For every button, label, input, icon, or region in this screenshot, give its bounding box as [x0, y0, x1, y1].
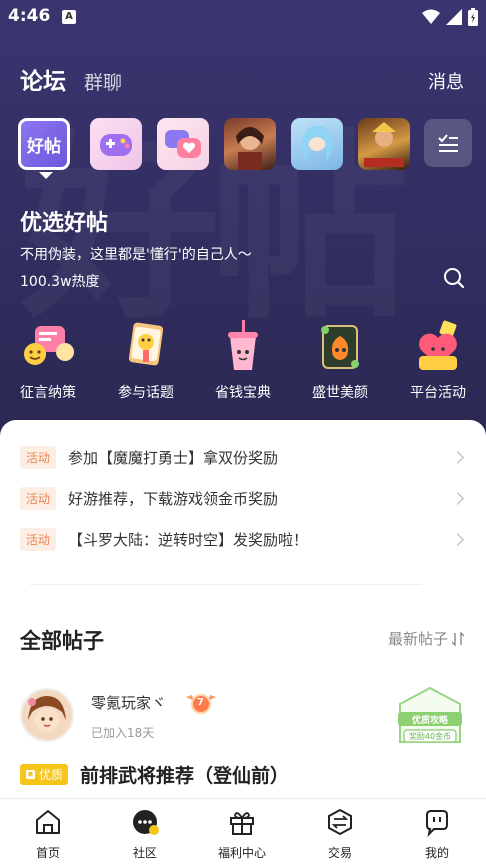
- nav-label: 我的: [424, 846, 449, 860]
- home-icon: [36, 810, 60, 834]
- activity-row[interactable]: 活动 好游推荐，下载游戏领金币奖励: [20, 483, 466, 513]
- chat-bubbles-icon: [21, 320, 75, 374]
- activity-text: 【斗罗大陆：逆转时空】发奖励啦！: [68, 530, 309, 549]
- username[interactable]: 零氪玩家ヾ: [91, 692, 166, 713]
- divider: [30, 584, 422, 585]
- nav-profile[interactable]: 我的: [402, 807, 472, 861]
- level-badge: 7: [186, 693, 216, 719]
- category-label: 盛世美颜: [312, 385, 368, 401]
- signal-icon: [446, 9, 462, 25]
- quality-badge: 优质: [20, 764, 69, 785]
- tab-forum[interactable]: 论坛: [20, 62, 66, 96]
- bottom-navigation: 首页 社区 福利中心 交易 我的: [0, 798, 486, 864]
- category-label: 征言纳策: [20, 385, 76, 401]
- sort-button[interactable]: 最新帖子: [388, 628, 464, 649]
- level-number: 7: [197, 697, 204, 708]
- exchange-icon: [328, 808, 352, 836]
- post-title[interactable]: 前排武将推荐（登仙前）: [80, 761, 289, 788]
- hero-section: 好帖 4:46 A 论坛 群聊 消息 好帖: [0, 0, 486, 440]
- avatar[interactable]: [20, 688, 74, 742]
- activity-row[interactable]: 活动 【斗罗大陆：逆转时空】发奖励啦！: [20, 524, 466, 554]
- drink-cup-icon: [216, 320, 270, 374]
- category-topics[interactable]: 参与话题: [106, 320, 186, 402]
- top-tabs: 论坛 群聊: [20, 62, 122, 96]
- status-time: 4:46: [8, 6, 51, 26]
- gamepad-icon[interactable]: [90, 118, 142, 170]
- chevron-right-icon: [451, 491, 464, 505]
- category-platform-events[interactable]: 平台活动: [398, 320, 478, 402]
- game-hero-3-icon[interactable]: [358, 118, 410, 170]
- activity-text: 参加【魔魔打勇士】拿双份奖励: [68, 448, 279, 467]
- nav-label: 首页: [35, 846, 60, 860]
- messages-button[interactable]: 消息: [428, 68, 464, 94]
- category-suggestions[interactable]: 征言纳策: [8, 320, 88, 402]
- system-icons: [422, 8, 478, 26]
- heat-count: 100.3w热度: [20, 274, 100, 290]
- game-hero-2-icon[interactable]: [291, 118, 343, 170]
- category-label: 平台活动: [410, 385, 466, 401]
- beauty-frame-icon: [313, 320, 367, 374]
- stamp-title: 优质攻略: [411, 716, 448, 726]
- chevron-right-icon: [451, 450, 464, 464]
- quality-label: 优质: [39, 768, 64, 782]
- community-icon: [133, 810, 159, 835]
- gift-heart-icon: [411, 320, 465, 374]
- category-label: 省钱宝典: [215, 385, 271, 401]
- hero-subtitle: 不用伪装，这里都是'懂行'的自己人～: [20, 247, 252, 263]
- activity-text: 好游推荐，下载游戏领金币奖励: [68, 489, 279, 508]
- game-hero-1-icon[interactable]: [224, 118, 276, 170]
- good-posts-icon[interactable]: 好帖: [18, 118, 70, 170]
- chevron-right-icon: [451, 532, 464, 546]
- battery-icon: [468, 8, 478, 26]
- category-row: 征言纳策 参与话题 省钱宝典 盛世美颜 平台活动: [0, 320, 486, 410]
- activity-badge: 活动: [20, 527, 57, 551]
- nav-community[interactable]: 社区: [110, 807, 180, 861]
- category-save-money[interactable]: 省钱宝典: [203, 320, 283, 402]
- quality-guide-stamp: 优质攻略 奖励40金币: [394, 686, 466, 748]
- nav-label: 福利中心: [217, 846, 266, 860]
- a-icon: A: [62, 10, 76, 24]
- topic-card-icon: [119, 320, 173, 374]
- activity-row[interactable]: 活动 参加【魔魔打勇士】拿双份奖励: [20, 442, 466, 472]
- joined-date: 已加入18天: [91, 726, 155, 740]
- forum-selector: 好帖: [18, 116, 474, 179]
- wifi-icon: [422, 9, 440, 24]
- sort-icon: [452, 631, 464, 646]
- post-item[interactable]: 零氪玩家ヾ 7 已加入18天 优质攻略 奖励40金币 优质 前排武将推荐（登仙前…: [20, 686, 466, 798]
- chat-heart-icon[interactable]: [157, 118, 209, 170]
- search-icon[interactable]: [442, 266, 466, 290]
- tab-group-chat[interactable]: 群聊: [84, 68, 122, 95]
- status-bar: 4:46 A: [0, 0, 486, 34]
- category-beauty[interactable]: 盛世美颜: [300, 320, 380, 402]
- category-label: 参与话题: [118, 385, 174, 401]
- good-posts-label: 好帖: [27, 136, 61, 157]
- gift-box-icon: [230, 812, 254, 835]
- activity-badge: 活动: [20, 445, 57, 469]
- nav-label: 社区: [132, 846, 157, 860]
- activity-badge: 活动: [20, 486, 57, 510]
- active-pointer: [39, 172, 53, 179]
- content-card: 活动 参加【魔魔打勇士】拿双份奖励 活动 好游推荐，下载游戏领金币奖励 活动 【…: [0, 420, 486, 800]
- nav-welfare[interactable]: 福利中心: [207, 807, 277, 861]
- nav-trade[interactable]: 交易: [305, 807, 375, 861]
- hero-title: 优选好帖: [20, 211, 109, 236]
- nav-label: 交易: [327, 846, 352, 860]
- more-list-icon[interactable]: [424, 119, 472, 167]
- stamp-reward: 奖励40金币: [408, 732, 452, 741]
- nav-home[interactable]: 首页: [13, 807, 83, 861]
- all-posts-title: 全部帖子: [20, 629, 104, 653]
- profile-icon: [426, 810, 448, 838]
- sort-label: 最新帖子: [387, 630, 448, 648]
- bookmark-icon: [26, 770, 35, 779]
